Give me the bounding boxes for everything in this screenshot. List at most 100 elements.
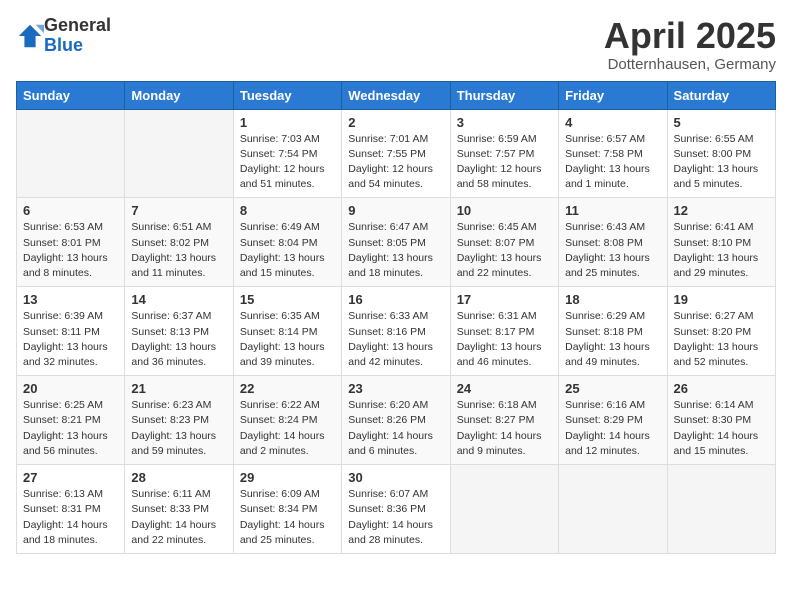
day-number: 14 (131, 292, 226, 307)
day-cell: 4 Sunrise: 6:57 AMSunset: 7:58 PMDaylight… (559, 109, 667, 198)
day-number: 7 (131, 203, 226, 218)
day-number: 3 (457, 115, 552, 130)
day-number: 1 (240, 115, 335, 130)
day-info: Sunrise: 6:39 AMSunset: 8:11 PMDaylight:… (23, 309, 118, 370)
day-cell: 28 Sunrise: 6:11 AMSunset: 8:33 PMDayligh… (125, 465, 233, 554)
day-info: Sunrise: 6:20 AMSunset: 8:26 PMDaylight:… (348, 398, 443, 459)
day-cell (125, 109, 233, 198)
weekday-sunday: Sunday (17, 81, 125, 109)
weekday-saturday: Saturday (667, 81, 775, 109)
day-info: Sunrise: 6:07 AMSunset: 8:36 PMDaylight:… (348, 487, 443, 548)
day-info: Sunrise: 6:23 AMSunset: 8:23 PMDaylight:… (131, 398, 226, 459)
day-cell: 29 Sunrise: 6:09 AMSunset: 8:34 PMDayligh… (233, 465, 341, 554)
day-number: 22 (240, 381, 335, 396)
day-cell: 7 Sunrise: 6:51 AMSunset: 8:02 PMDaylight… (125, 198, 233, 287)
day-info: Sunrise: 6:16 AMSunset: 8:29 PMDaylight:… (565, 398, 660, 459)
logo-icon (16, 22, 44, 50)
day-cell: 17 Sunrise: 6:31 AMSunset: 8:17 PMDayligh… (450, 287, 558, 376)
day-info: Sunrise: 6:51 AMSunset: 8:02 PMDaylight:… (131, 220, 226, 281)
day-cell: 3 Sunrise: 6:59 AMSunset: 7:57 PMDaylight… (450, 109, 558, 198)
day-cell: 12 Sunrise: 6:41 AMSunset: 8:10 PMDayligh… (667, 198, 775, 287)
day-info: Sunrise: 6:27 AMSunset: 8:20 PMDaylight:… (674, 309, 769, 370)
day-cell: 10Sunrise: 6:45 AMSunset: 8:07 PMDayligh… (450, 198, 558, 287)
day-info: Sunrise: 6:41 AMSunset: 8:10 PMDaylight:… (674, 220, 769, 281)
weekday-monday: Monday (125, 81, 233, 109)
day-cell: 27 Sunrise: 6:13 AMSunset: 8:31 PMDayligh… (17, 465, 125, 554)
day-number: 21 (131, 381, 226, 396)
day-cell: 20Sunrise: 6:25 AMSunset: 8:21 PMDayligh… (17, 376, 125, 465)
day-cell: 18Sunrise: 6:29 AMSunset: 8:18 PMDayligh… (559, 287, 667, 376)
calendar-body: 1 Sunrise: 7:03 AMSunset: 7:54 PMDaylight… (17, 109, 776, 553)
day-cell: 21 Sunrise: 6:23 AMSunset: 8:23 PMDayligh… (125, 376, 233, 465)
weekday-wednesday: Wednesday (342, 81, 450, 109)
day-number: 8 (240, 203, 335, 218)
day-cell (559, 465, 667, 554)
day-number: 19 (674, 292, 769, 307)
week-row-5: 27 Sunrise: 6:13 AMSunset: 8:31 PMDayligh… (17, 465, 776, 554)
day-cell: 14 Sunrise: 6:37 AMSunset: 8:13 PMDayligh… (125, 287, 233, 376)
week-row-3: 13 Sunrise: 6:39 AMSunset: 8:11 PMDayligh… (17, 287, 776, 376)
day-info: Sunrise: 6:13 AMSunset: 8:31 PMDaylight:… (23, 487, 118, 548)
day-number: 30 (348, 470, 443, 485)
day-number: 23 (348, 381, 443, 396)
day-number: 27 (23, 470, 118, 485)
day-number: 28 (131, 470, 226, 485)
day-cell: 11 Sunrise: 6:43 AMSunset: 8:08 PMDayligh… (559, 198, 667, 287)
day-info: Sunrise: 7:01 AMSunset: 7:55 PMDaylight:… (348, 132, 443, 193)
day-number: 11 (565, 203, 660, 218)
day-number: 6 (23, 203, 118, 218)
day-cell: 9Sunrise: 6:47 AMSunset: 8:05 PMDaylight… (342, 198, 450, 287)
day-info: Sunrise: 6:53 AMSunset: 8:01 PMDaylight:… (23, 220, 118, 281)
day-info: Sunrise: 6:09 AMSunset: 8:34 PMDaylight:… (240, 487, 335, 548)
weekday-friday: Friday (559, 81, 667, 109)
day-cell: 8Sunrise: 6:49 AMSunset: 8:04 PMDaylight… (233, 198, 341, 287)
day-number: 17 (457, 292, 552, 307)
day-number: 12 (674, 203, 769, 218)
day-info: Sunrise: 6:11 AMSunset: 8:33 PMDaylight:… (131, 487, 226, 548)
day-number: 18 (565, 292, 660, 307)
calendar-table: SundayMondayTuesdayWednesdayThursdayFrid… (16, 81, 776, 554)
day-info: Sunrise: 6:57 AMSunset: 7:58 PMDaylight:… (565, 132, 660, 193)
location-subtitle: Dotternhausen, Germany (604, 56, 776, 73)
day-info: Sunrise: 6:14 AMSunset: 8:30 PMDaylight:… (674, 398, 769, 459)
month-title: April 2025 (604, 16, 776, 56)
week-row-2: 6 Sunrise: 6:53 AMSunset: 8:01 PMDaylight… (17, 198, 776, 287)
day-number: 15 (240, 292, 335, 307)
day-info: Sunrise: 7:03 AMSunset: 7:54 PMDaylight:… (240, 132, 335, 193)
day-number: 25 (565, 381, 660, 396)
day-number: 5 (674, 115, 769, 130)
day-number: 4 (565, 115, 660, 130)
logo-general-text: General (44, 15, 111, 35)
day-cell: 5 Sunrise: 6:55 AMSunset: 8:00 PMDaylight… (667, 109, 775, 198)
day-info: Sunrise: 6:22 AMSunset: 8:24 PMDaylight:… (240, 398, 335, 459)
day-number: 20 (23, 381, 118, 396)
week-row-4: 20Sunrise: 6:25 AMSunset: 8:21 PMDayligh… (17, 376, 776, 465)
day-cell: 22 Sunrise: 6:22 AMSunset: 8:24 PMDayligh… (233, 376, 341, 465)
day-number: 13 (23, 292, 118, 307)
logo-blue-text: Blue (44, 35, 83, 55)
day-number: 29 (240, 470, 335, 485)
weekday-tuesday: Tuesday (233, 81, 341, 109)
day-cell: 25 Sunrise: 6:16 AMSunset: 8:29 PMDayligh… (559, 376, 667, 465)
day-info: Sunrise: 6:47 AMSunset: 8:05 PMDaylight:… (348, 220, 443, 281)
day-info: Sunrise: 6:43 AMSunset: 8:08 PMDaylight:… (565, 220, 660, 281)
day-info: Sunrise: 6:18 AMSunset: 8:27 PMDaylight:… (457, 398, 552, 459)
weekday-thursday: Thursday (450, 81, 558, 109)
day-cell: 15Sunrise: 6:35 AMSunset: 8:14 PMDayligh… (233, 287, 341, 376)
day-info: Sunrise: 6:55 AMSunset: 8:00 PMDaylight:… (674, 132, 769, 193)
day-info: Sunrise: 6:37 AMSunset: 8:13 PMDaylight:… (131, 309, 226, 370)
week-row-1: 1 Sunrise: 7:03 AMSunset: 7:54 PMDaylight… (17, 109, 776, 198)
day-info: Sunrise: 6:31 AMSunset: 8:17 PMDaylight:… (457, 309, 552, 370)
day-number: 26 (674, 381, 769, 396)
day-info: Sunrise: 6:33 AMSunset: 8:16 PMDaylight:… (348, 309, 443, 370)
day-number: 2 (348, 115, 443, 130)
weekday-header-row: SundayMondayTuesdayWednesdayThursdayFrid… (17, 81, 776, 109)
title-area: April 2025 Dotternhausen, Germany (604, 16, 776, 73)
day-number: 16 (348, 292, 443, 307)
day-cell: 2 Sunrise: 7:01 AMSunset: 7:55 PMDaylight… (342, 109, 450, 198)
day-info: Sunrise: 6:45 AMSunset: 8:07 PMDaylight:… (457, 220, 552, 281)
day-cell: 23 Sunrise: 6:20 AMSunset: 8:26 PMDayligh… (342, 376, 450, 465)
header: General Blue April 2025 Dotternhausen, G… (16, 16, 776, 73)
day-info: Sunrise: 6:59 AMSunset: 7:57 PMDaylight:… (457, 132, 552, 193)
day-cell: 1 Sunrise: 7:03 AMSunset: 7:54 PMDaylight… (233, 109, 341, 198)
